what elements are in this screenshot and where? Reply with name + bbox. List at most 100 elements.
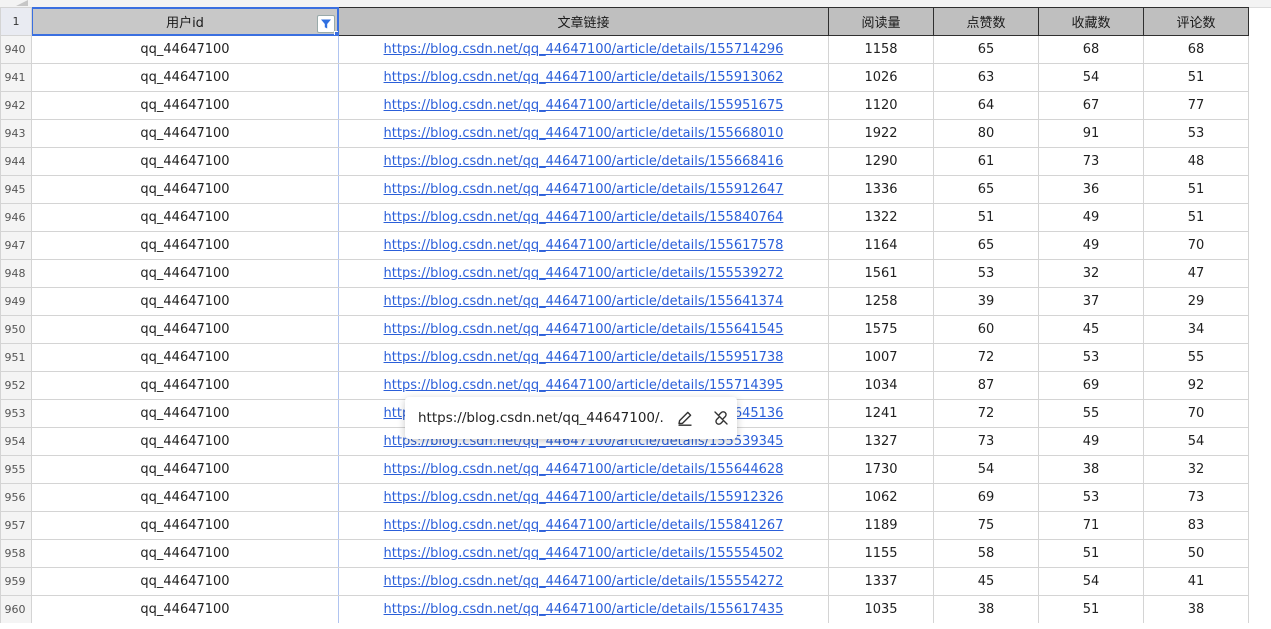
cell-article-link[interactable]: https://blog.csdn.net/qq_44647100/articl…	[338, 371, 829, 400]
header-cell-user-id[interactable]: 用户id	[31, 7, 339, 36]
cell-likes[interactable]: 65	[933, 231, 1039, 260]
cell-user-id[interactable]: qq_44647100	[31, 35, 339, 64]
cell-comments[interactable]: 38	[1143, 595, 1249, 624]
row-number[interactable]: 958	[0, 539, 32, 568]
article-link[interactable]: https://blog.csdn.net/qq_44647100/articl…	[384, 322, 784, 337]
cell-comments[interactable]: 51	[1143, 175, 1249, 204]
cell-article-link[interactable]: https://blog.csdn.net/qq_44647100/articl…	[338, 259, 829, 288]
row-number[interactable]: 944	[0, 147, 32, 176]
header-cell-favorites[interactable]: 收藏数	[1038, 7, 1144, 36]
cell-user-id[interactable]: qq_44647100	[31, 91, 339, 120]
row-number[interactable]: 940	[0, 35, 32, 64]
cell-reads[interactable]: 1158	[828, 35, 934, 64]
row-number[interactable]: 955	[0, 455, 32, 484]
cell-comments[interactable]: 51	[1143, 203, 1249, 232]
remove-link-button[interactable]	[707, 404, 735, 432]
cell-reads[interactable]: 1062	[828, 483, 934, 512]
cell-favorites[interactable]: 49	[1038, 427, 1144, 456]
cell-favorites[interactable]: 55	[1038, 399, 1144, 428]
article-link[interactable]: https://blog.csdn.net/qq_44647100/articl…	[384, 546, 784, 561]
article-link[interactable]: https://blog.csdn.net/qq_44647100/articl…	[384, 518, 784, 533]
cell-likes[interactable]: 72	[933, 399, 1039, 428]
cell-reads[interactable]: 1241	[828, 399, 934, 428]
cell-reads[interactable]: 1561	[828, 259, 934, 288]
cell-likes[interactable]: 64	[933, 91, 1039, 120]
cell-likes[interactable]: 53	[933, 259, 1039, 288]
row-number[interactable]: 954	[0, 427, 32, 456]
header-cell-comments[interactable]: 评论数	[1143, 7, 1249, 36]
header-cell-likes[interactable]: 点赞数	[933, 7, 1039, 36]
hyperlink-popup-url[interactable]: https://blog.csdn.net/qq_44647100/...	[418, 410, 663, 426]
cell-likes[interactable]: 38	[933, 595, 1039, 624]
cell-article-link[interactable]: https://blog.csdn.net/qq_44647100/articl…	[338, 119, 829, 148]
cell-favorites[interactable]: 49	[1038, 231, 1144, 260]
cell-article-link[interactable]: https://blog.csdn.net/qq_44647100/articl…	[338, 343, 829, 372]
cell-favorites[interactable]: 51	[1038, 595, 1144, 624]
article-link[interactable]: https://blog.csdn.net/qq_44647100/articl…	[384, 42, 784, 57]
cell-reads[interactable]: 1575	[828, 315, 934, 344]
row-number[interactable]: 946	[0, 203, 32, 232]
row-number[interactable]: 957	[0, 511, 32, 540]
cell-user-id[interactable]: qq_44647100	[31, 595, 339, 624]
article-link[interactable]: https://blog.csdn.net/qq_44647100/articl…	[384, 602, 784, 617]
article-link[interactable]: https://blog.csdn.net/qq_44647100/articl…	[384, 574, 784, 589]
cell-article-link[interactable]: https://blog.csdn.net/qq_44647100/articl…	[338, 63, 829, 92]
row-number[interactable]: 959	[0, 567, 32, 596]
cell-comments[interactable]: 54	[1143, 427, 1249, 456]
cell-reads[interactable]: 1922	[828, 119, 934, 148]
row-number[interactable]: 948	[0, 259, 32, 288]
cell-comments[interactable]: 29	[1143, 287, 1249, 316]
cell-comments[interactable]: 73	[1143, 483, 1249, 512]
cell-reads[interactable]: 1730	[828, 455, 934, 484]
cell-likes[interactable]: 60	[933, 315, 1039, 344]
row-number[interactable]: 952	[0, 371, 32, 400]
cell-comments[interactable]: 68	[1143, 35, 1249, 64]
row-number[interactable]: 956	[0, 483, 32, 512]
article-link[interactable]: https://blog.csdn.net/qq_44647100/articl…	[384, 70, 784, 85]
row-number[interactable]: 943	[0, 119, 32, 148]
cell-user-id[interactable]: qq_44647100	[31, 63, 339, 92]
cell-article-link[interactable]: https://blog.csdn.net/qq_44647100/articl…	[338, 511, 829, 540]
cell-reads[interactable]: 1327	[828, 427, 934, 456]
cell-comments[interactable]: 70	[1143, 231, 1249, 260]
cell-likes[interactable]: 73	[933, 427, 1039, 456]
cell-likes[interactable]: 61	[933, 147, 1039, 176]
article-link[interactable]: https://blog.csdn.net/qq_44647100/articl…	[384, 154, 784, 169]
article-link[interactable]: https://blog.csdn.net/qq_44647100/articl…	[384, 378, 784, 393]
row-number[interactable]: 950	[0, 315, 32, 344]
cell-likes[interactable]: 65	[933, 175, 1039, 204]
cell-user-id[interactable]: qq_44647100	[31, 539, 339, 568]
article-link[interactable]: https://blog.csdn.net/qq_44647100/articl…	[384, 490, 784, 505]
cell-reads[interactable]: 1337	[828, 567, 934, 596]
cell-user-id[interactable]: qq_44647100	[31, 119, 339, 148]
cell-article-link[interactable]: https://blog.csdn.net/qq_44647100/articl…	[338, 91, 829, 120]
cell-reads[interactable]: 1336	[828, 175, 934, 204]
cell-comments[interactable]: 51	[1143, 63, 1249, 92]
cell-reads[interactable]: 1026	[828, 63, 934, 92]
row-number[interactable]: 941	[0, 63, 32, 92]
cell-likes[interactable]: 63	[933, 63, 1039, 92]
cell-comments[interactable]: 55	[1143, 343, 1249, 372]
cell-comments[interactable]: 32	[1143, 455, 1249, 484]
cell-likes[interactable]: 75	[933, 511, 1039, 540]
cell-comments[interactable]: 47	[1143, 259, 1249, 288]
cell-reads[interactable]: 1155	[828, 539, 934, 568]
row-number[interactable]: 942	[0, 91, 32, 120]
cell-user-id[interactable]: qq_44647100	[31, 287, 339, 316]
cell-likes[interactable]: 54	[933, 455, 1039, 484]
cell-favorites[interactable]: 36	[1038, 175, 1144, 204]
cell-likes[interactable]: 51	[933, 203, 1039, 232]
cell-favorites[interactable]: 51	[1038, 539, 1144, 568]
cell-user-id[interactable]: qq_44647100	[31, 455, 339, 484]
cell-article-link[interactable]: https://blog.csdn.net/qq_44647100/articl…	[338, 567, 829, 596]
cell-comments[interactable]: 41	[1143, 567, 1249, 596]
cell-reads[interactable]: 1258	[828, 287, 934, 316]
cell-user-id[interactable]: qq_44647100	[31, 567, 339, 596]
cell-article-link[interactable]: https://blog.csdn.net/qq_44647100/articl…	[338, 231, 829, 260]
cell-comments[interactable]: 50	[1143, 539, 1249, 568]
article-link[interactable]: https://blog.csdn.net/qq_44647100/articl…	[384, 182, 784, 197]
cell-favorites[interactable]: 54	[1038, 567, 1144, 596]
cell-article-link[interactable]: https://blog.csdn.net/qq_44647100/articl…	[338, 315, 829, 344]
cell-article-link[interactable]: https://blog.csdn.net/qq_44647100/articl…	[338, 175, 829, 204]
row-number[interactable]: 945	[0, 175, 32, 204]
